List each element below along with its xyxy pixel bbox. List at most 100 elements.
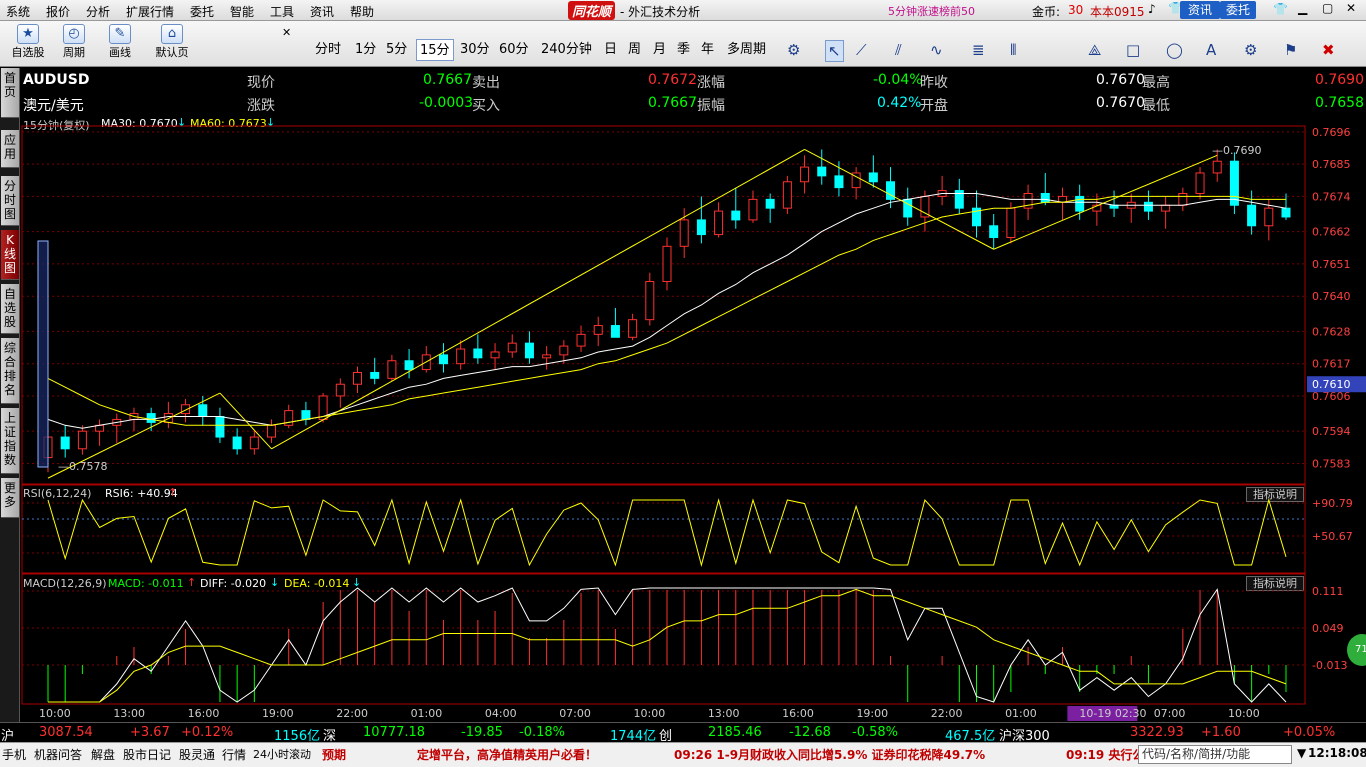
draw-settings-icon[interactable]: ⚙ bbox=[1244, 40, 1257, 60]
ad-banner[interactable]: 定增平台，高净值精英用户必看！ bbox=[417, 746, 597, 763]
watchlist-button[interactable]: ★ 自选股 bbox=[8, 24, 48, 64]
menu-analysis[interactable]: 分析 bbox=[86, 3, 110, 20]
period-multi[interactable]: 多周期 bbox=[724, 39, 769, 61]
selection-band bbox=[37, 240, 49, 468]
period-day[interactable]: 日 bbox=[601, 39, 620, 61]
skin-icon[interactable]: 👕 bbox=[1273, 2, 1288, 16]
menu-system[interactable]: 系统 bbox=[6, 3, 30, 20]
delete-icon[interactable]: ✖ bbox=[1322, 40, 1335, 60]
menu-help[interactable]: 帮助 bbox=[350, 3, 374, 20]
menu-news[interactable]: 资讯 bbox=[310, 3, 334, 20]
period-week[interactable]: 周 bbox=[625, 39, 644, 61]
arrow-down-icon: ↓ bbox=[177, 116, 187, 129]
label-open: 开盘 bbox=[920, 98, 948, 114]
parallel-tool-icon[interactable]: ⫽ bbox=[895, 40, 902, 60]
diff-line bbox=[48, 587, 1287, 703]
period-15m[interactable]: 15分 bbox=[416, 39, 454, 61]
fib-tool-icon[interactable]: ≣ bbox=[972, 40, 985, 60]
minimize-icon[interactable]: ▁ bbox=[1298, 1, 1307, 15]
draw-button[interactable]: ✎ 画线 bbox=[100, 24, 140, 64]
notification-badge[interactable]: 71 bbox=[1347, 634, 1366, 666]
hs300-index[interactable]: 3322.93 bbox=[1130, 725, 1184, 740]
sidebar-tab-more[interactable]: 更多 bbox=[1, 478, 19, 518]
menu-trade[interactable]: 委托 bbox=[190, 3, 214, 20]
menu-quote[interactable]: 报价 bbox=[46, 3, 70, 20]
menu-ext-quote[interactable]: 扩展行情 bbox=[126, 3, 174, 20]
menu-tools[interactable]: 工具 bbox=[270, 3, 294, 20]
candle-body bbox=[95, 424, 105, 432]
macd-indicator-help-button[interactable]: 指标说明 bbox=[1246, 576, 1304, 591]
sidebar-tab-timeshare[interactable]: 分时图 bbox=[1, 176, 19, 226]
period-1m[interactable]: 1分 bbox=[352, 39, 379, 61]
cursor-icon[interactable]: ↖ bbox=[825, 40, 844, 62]
rsi6-line bbox=[47, 498, 1287, 567]
main-panel-frame bbox=[21, 125, 1306, 485]
period-240m[interactable]: 240分钟 bbox=[538, 39, 595, 61]
time-axis-label: 10:00 bbox=[39, 707, 71, 720]
coins-label: 金币: bbox=[1032, 5, 1061, 19]
gann-tool-icon[interactable]: ⦀ bbox=[1010, 40, 1017, 60]
status-analysis[interactable]: 解盘 bbox=[91, 746, 115, 763]
period-30m[interactable]: 30分 bbox=[457, 39, 493, 61]
sidebar-tab-ranking[interactable]: 综合排名 bbox=[1, 338, 19, 404]
circle-tool-icon[interactable]: ◯ bbox=[1166, 40, 1183, 60]
search-icon[interactable]: ▼ bbox=[1297, 746, 1306, 760]
trade-button[interactable]: 委托 bbox=[1220, 1, 1257, 19]
channel-tool-icon[interactable]: ⟁ bbox=[1088, 40, 1101, 60]
menu-smart[interactable]: 智能 bbox=[230, 3, 254, 20]
rsi6-legend: RSI6: +40.94 bbox=[105, 487, 178, 500]
period-minute[interactable]: 分时 bbox=[312, 39, 344, 61]
account-name[interactable]: 本本0915 bbox=[1090, 3, 1145, 20]
candle-body bbox=[868, 172, 878, 183]
status-mobile[interactable]: 手机 bbox=[2, 746, 26, 763]
search-input[interactable]: 代码/名称/简拼/功能 bbox=[1138, 745, 1292, 764]
status-stock-spirit[interactable]: 股灵通 bbox=[179, 746, 215, 763]
candle-body bbox=[1178, 192, 1188, 206]
period-5m[interactable]: 5分 bbox=[383, 39, 410, 61]
period-settings-icon[interactable]: ⚙ bbox=[787, 40, 800, 60]
status-24h[interactable]: 24小时滚动 bbox=[253, 746, 311, 762]
bell-icon[interactable]: ♪ bbox=[1148, 2, 1156, 16]
candle-body bbox=[920, 195, 930, 218]
status-diary[interactable]: 股市日记 bbox=[123, 746, 171, 763]
status-bar: 手机 机器问答 解盘 股市日记 股灵通 行情 24小时滚动 预期 定增平台，高净… bbox=[0, 742, 1366, 767]
default-page-button[interactable]: ⌂ 默认页 bbox=[150, 24, 194, 64]
candle-body bbox=[765, 198, 775, 209]
rect-tool-icon[interactable]: □ bbox=[1126, 40, 1140, 60]
rsi-indicator-help-button[interactable]: 指标说明 bbox=[1246, 487, 1304, 502]
news-ticker-2[interactable]: 09:19 央行公 bbox=[1066, 746, 1144, 763]
period-button[interactable]: ◴ 周期 bbox=[54, 24, 94, 64]
candle-body bbox=[1281, 207, 1291, 218]
price-tick-label: 0.7617 bbox=[1312, 358, 1351, 371]
close-icon[interactable]: ✕ bbox=[1346, 1, 1356, 15]
maximize-icon[interactable]: ▢ bbox=[1322, 1, 1333, 15]
line-tool-icon[interactable]: ⟋ bbox=[856, 40, 867, 60]
sidebar-tab-apps[interactable]: 应用 bbox=[1, 130, 19, 168]
period-month[interactable]: 月 bbox=[650, 39, 669, 61]
toolbar-collapse-icon[interactable]: ✕ bbox=[282, 26, 291, 39]
sh-index[interactable]: 3087.54 bbox=[39, 725, 93, 740]
news-button[interactable]: 资讯 bbox=[1180, 1, 1221, 19]
sidebar-tab-sh-index[interactable]: 上证指数 bbox=[1, 408, 19, 474]
cy-index[interactable]: 2185.46 bbox=[708, 725, 762, 740]
sidebar: 首页 应用 分时图 K线图 自选股 综合排名 上证指数 更多 bbox=[0, 68, 20, 722]
sidebar-tab-kline[interactable]: K线图 bbox=[1, 230, 19, 280]
sidebar-tab-watchlist[interactable]: 自选股 bbox=[1, 284, 19, 334]
wave-tool-icon[interactable]: ∿ bbox=[930, 40, 943, 60]
period-quarter[interactable]: 季 bbox=[674, 39, 693, 61]
period-60m[interactable]: 60分 bbox=[496, 39, 532, 61]
time-axis-label: 19:00 bbox=[856, 707, 888, 720]
status-expect[interactable]: 预期 bbox=[322, 746, 346, 763]
news-ticker-1[interactable]: 09:26 1-9月财政收入同比增5.9% 证券印花税降49.7% bbox=[674, 746, 985, 763]
candle-body bbox=[1040, 192, 1050, 203]
sidebar-tab-home[interactable]: 首页 bbox=[1, 68, 19, 118]
text-tool-icon[interactable]: A bbox=[1206, 40, 1216, 60]
flag-icon[interactable]: ⚑ bbox=[1284, 40, 1297, 60]
candle-body bbox=[335, 383, 345, 397]
status-quotes[interactable]: 行情 bbox=[222, 746, 246, 763]
sz-index[interactable]: 10777.18 bbox=[363, 725, 425, 740]
period-year[interactable]: 年 bbox=[698, 39, 717, 61]
status-robot-qa[interactable]: 机器问答 bbox=[34, 746, 82, 763]
speed-rank[interactable]: 5分钟涨速榜前50 bbox=[888, 3, 975, 19]
candle-body bbox=[903, 198, 913, 218]
